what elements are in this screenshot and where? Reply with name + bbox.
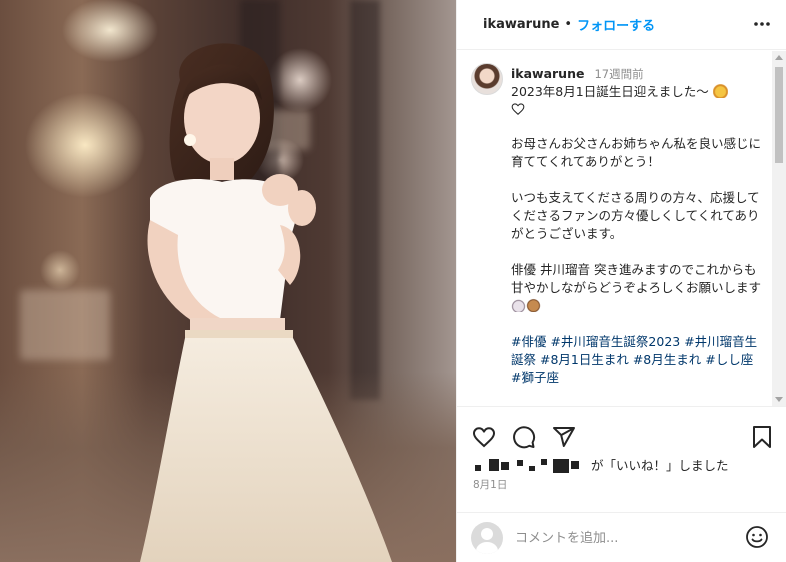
comment-bar <box>457 512 786 562</box>
post-sidebar: ikawarune • フォローする ikawarune 17週間前 2023年… <box>456 0 786 562</box>
woman-figure <box>140 43 392 562</box>
caption-username[interactable]: ikawarune <box>511 66 584 81</box>
emoji-icon[interactable] <box>745 525 769 549</box>
follow-button[interactable]: フォローする <box>577 15 655 34</box>
header-separator: • <box>564 17 573 32</box>
rabbit-emoji-icon <box>511 298 526 312</box>
comment-icon[interactable] <box>512 425 536 449</box>
caption-scrollbar[interactable] <box>772 51 786 406</box>
user-avatar <box>471 522 503 554</box>
share-icon[interactable] <box>552 425 576 449</box>
caption-line-4: 俳優 井川瑠音 突き進みますのでこれからも甘やかしながらどうぞよろしくお願いしま… <box>511 262 762 295</box>
heart-emoji-icon <box>511 103 525 115</box>
scroll-up-arrow-icon[interactable] <box>775 55 783 60</box>
lion-emoji-icon <box>712 84 728 98</box>
avatar[interactable] <box>471 63 503 95</box>
cake-emoji-icon <box>526 298 541 312</box>
header-username[interactable]: ikawarune <box>483 17 559 32</box>
scrollbar-thumb[interactable] <box>775 67 783 163</box>
action-bar <box>457 406 786 454</box>
caption-hashtags[interactable]: #俳優 #井川瑠音生誕祭2023 #井川瑠音生誕祭 #8月1日生まれ #8月生ま… <box>511 333 761 387</box>
post-date[interactable]: 8月1日 <box>473 477 507 492</box>
liked-by-blurred-names[interactable] <box>471 457 589 473</box>
caption-text: ikawarune 17週間前 2023年8月1日誕生日迎えました〜 お母さんお… <box>511 65 761 405</box>
post-photo[interactable] <box>0 0 456 562</box>
bookmark-icon[interactable] <box>751 425 773 449</box>
caption-line-1: 2023年8月1日誕生日迎えました〜 <box>511 84 709 99</box>
post-header: ikawarune • フォローする <box>457 0 786 50</box>
caption-area: ikawarune 17週間前 2023年8月1日誕生日迎えました〜 お母さんお… <box>457 51 775 406</box>
more-icon[interactable] <box>752 17 772 31</box>
likes-line: が「いいね！」しました <box>471 455 729 474</box>
scroll-down-arrow-icon[interactable] <box>775 397 783 402</box>
caption-line-2: お母さんお父さんお姉ちゃん私を良い感じに育ててくれてありがとう！ <box>511 136 762 169</box>
likes-suffix: が「いいね！」しました <box>591 458 729 473</box>
caption-time[interactable]: 17週間前 <box>594 67 643 81</box>
comment-input[interactable] <box>515 526 725 550</box>
caption-line-3: いつも支えてくださる周りの方々、応援してくださるファンの方々優しくしてくれてあり… <box>511 190 760 241</box>
heart-icon[interactable] <box>471 425 497 449</box>
